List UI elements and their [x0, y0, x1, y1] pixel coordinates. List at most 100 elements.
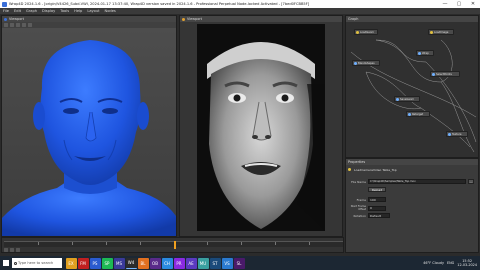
taskbar-app-chrome-icon[interactable]: CH — [161, 257, 173, 269]
start-offset-field[interactable]: 0 — [368, 205, 386, 211]
properties-header: Properties — [346, 159, 478, 165]
reload-button[interactable]: Reload — [368, 187, 386, 192]
taskbar-app-slack-icon[interactable]: SL — [233, 257, 245, 269]
viewport-video-title: Viewport — [187, 17, 202, 21]
clock-date: 12-03-2024 — [457, 263, 477, 267]
retarget-node-icon — [408, 112, 411, 116]
browse-button[interactable]: … — [468, 179, 474, 184]
taskbar-clock[interactable]: 15:52 12-03-2024 — [457, 259, 477, 267]
start-offset-label: Start Frame Offset — [350, 205, 366, 211]
viewport-video-panel[interactable]: Viewport — [179, 15, 343, 237]
taskbar-app-music-icon[interactable]: MU — [197, 257, 209, 269]
system-tray: 46°F Cloudy ENG 15:52 12-03-2024 — [423, 259, 480, 267]
select-tool-icon[interactable] — [4, 23, 8, 27]
taskbar-app-obs-icon[interactable]: OB — [149, 257, 161, 269]
timeline-tick — [309, 242, 310, 245]
start-offset-row: Start Frame Offset 0 — [348, 205, 386, 211]
node-name-row: LoadCameraVideo Table_Top — [348, 167, 453, 172]
video-node-icon — [348, 168, 351, 171]
menu-file[interactable]: File — [3, 9, 9, 13]
taskbar-app-vscode-icon[interactable]: VS — [221, 257, 233, 269]
rotation-row: Rotation Default — [348, 213, 390, 218]
frame-label: Frame — [356, 197, 366, 202]
taskbar-app-explorer-icon[interactable]: EX — [65, 257, 77, 269]
node-save-geom[interactable]: SaveGeom — [394, 96, 420, 102]
frame-row: Frame 190 — [348, 197, 386, 202]
taskbar-app-spotify-icon[interactable]: SP — [101, 257, 113, 269]
rotate-tool-icon[interactable] — [16, 23, 20, 27]
file-name-row: File Name C:\Wrap4D\Samples\Table_Top.mo… — [348, 179, 474, 184]
image-node-icon — [430, 30, 433, 34]
close-button[interactable]: ✕ — [466, 0, 480, 8]
taskbar-app-steam-icon[interactable]: ST — [209, 257, 221, 269]
wrap-node-icon — [418, 51, 421, 55]
taskbar-app-premiere-icon[interactable]: PR — [173, 257, 185, 269]
title-bar: Wrap4D 2024.1.6 - [origin/V4426_Subd.VWI… — [0, 0, 480, 8]
viewport-video-header: Viewport — [180, 16, 342, 22]
node-texture[interactable]: Texture — [446, 131, 468, 137]
node-blendshapes[interactable]: Blendshapes — [352, 60, 380, 66]
viewport-3d-panel[interactable]: Viewport — [1, 15, 177, 237]
window-title: Wrap4D 2024.1.6 - [origin/V4426_Subd.VWI… — [9, 2, 310, 6]
move-tool-icon[interactable] — [10, 23, 14, 27]
menu-edit[interactable]: Edit — [14, 9, 21, 13]
node-graph-panel[interactable]: Graph LoadGeom LoadImage Wrap Blendshape… — [345, 15, 479, 158]
maximize-button[interactable]: ▢ — [452, 0, 466, 8]
camera-icon[interactable] — [28, 23, 32, 27]
timeline-tick — [241, 242, 242, 245]
node-select-points[interactable]: SelectPoints — [430, 71, 460, 77]
timeline-playhead[interactable] — [173, 241, 176, 249]
timeline-panel[interactable] — [1, 237, 344, 253]
taskbar-app-files-icon[interactable]: FM — [77, 257, 89, 269]
taskbar-app-photoshop-icon[interactable]: PS — [89, 257, 101, 269]
rotation-select[interactable]: Default — [368, 213, 390, 218]
menu-help[interactable]: Help — [74, 9, 82, 13]
geometry-node-icon — [356, 30, 359, 34]
node-retarget[interactable]: Retarget — [406, 111, 430, 117]
language-indicator[interactable]: ENG — [447, 261, 454, 265]
blue-head-mesh — [2, 40, 176, 236]
timeline-track[interactable] — [4, 241, 343, 249]
taskbar-app-wrap4d-icon[interactable]: W4 — [125, 257, 137, 269]
last-frame-icon[interactable] — [16, 248, 20, 252]
menu-tools[interactable]: Tools — [60, 9, 69, 13]
menu-display[interactable]: Display — [42, 9, 55, 13]
viewport-3d-title: Viewport — [9, 17, 24, 21]
playback-controls — [4, 248, 20, 252]
menu-nodes[interactable]: Nodes — [105, 9, 116, 13]
node-load-image[interactable]: LoadImage — [428, 29, 454, 35]
taskbar-app-blender-icon[interactable]: BL — [137, 257, 149, 269]
menu-graph[interactable]: Graph — [26, 9, 37, 13]
taskbar-app-aftereffects-icon[interactable]: AE — [185, 257, 197, 269]
node-name-text: LoadCameraVideo Table_Top — [353, 167, 453, 172]
node-wrap[interactable]: Wrap — [416, 50, 434, 56]
wireframe-toggle-icon[interactable] — [22, 23, 26, 27]
timeline-tick — [139, 242, 141, 245]
taskbar-search-box[interactable]: Type here to search — [12, 258, 62, 268]
properties-title: Properties — [348, 160, 366, 164]
search-placeholder: Type here to search — [18, 261, 54, 265]
texture-node-icon — [448, 132, 451, 136]
file-name-label: File Name — [351, 179, 366, 184]
node-load-geom[interactable]: LoadGeom — [354, 29, 378, 35]
timeline-tick — [71, 242, 73, 245]
windows-taskbar: Type here to search EX FM PS SP MS W4 BL… — [0, 256, 480, 270]
timeline-tick — [207, 242, 208, 245]
viewport-video-color-icon — [182, 17, 185, 21]
taskbar-app-messenger-icon[interactable]: MS — [113, 257, 125, 269]
minimize-button[interactable]: — — [438, 0, 452, 8]
weather-status[interactable]: 46°F Cloudy — [423, 261, 444, 265]
node-graph-title: Graph — [348, 17, 359, 21]
windows-logo-icon — [3, 260, 9, 266]
viewport-3d-canvas[interactable] — [2, 28, 176, 236]
start-button[interactable] — [0, 256, 12, 270]
menu-layout[interactable]: Layout — [87, 9, 99, 13]
blendshape-node-icon — [354, 61, 357, 65]
points-node-icon — [432, 72, 435, 76]
app-logo-icon — [2, 1, 7, 7]
frame-field[interactable]: 190 — [368, 197, 386, 202]
rotation-label: Rotation — [353, 213, 366, 218]
file-name-field[interactable]: C:\Wrap4D\Samples\Table_Top.mov — [368, 179, 466, 184]
first-frame-icon[interactable] — [4, 248, 8, 252]
play-icon[interactable] — [10, 248, 14, 252]
